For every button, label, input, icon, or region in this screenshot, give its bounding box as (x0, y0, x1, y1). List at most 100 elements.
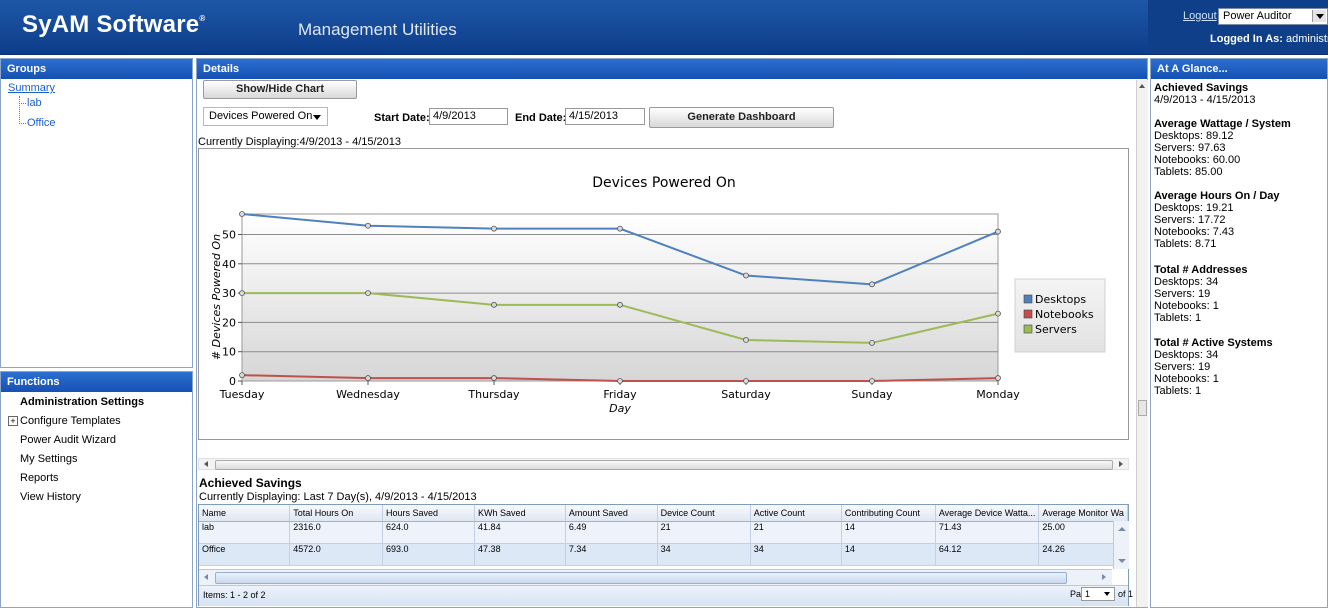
details-vertical-scrollbar[interactable] (1136, 80, 1148, 607)
glance-line: Desktops: 34 (1154, 349, 1219, 361)
table-cell: Office (199, 543, 291, 566)
glance-line: Desktops: 19.21 (1154, 202, 1234, 214)
glance-line: Notebooks: 1 (1154, 373, 1219, 385)
column-header[interactable]: Device Count (657, 505, 751, 522)
x-tick-label: Tuesday (219, 388, 265, 401)
scroll-left-icon[interactable] (204, 461, 208, 467)
table-cell: 71.43 (935, 521, 1040, 544)
metric-select[interactable]: Devices Powered On (203, 107, 328, 126)
scroll-left-icon[interactable] (204, 574, 208, 580)
x-tick-label: Friday (603, 388, 637, 401)
role-select[interactable]: Power Auditor (1218, 8, 1328, 25)
column-header[interactable]: Average Device Watta... (935, 505, 1040, 522)
glance-line: Tablets: 85.00 (1154, 166, 1223, 178)
data-point-servers[interactable] (743, 337, 749, 343)
column-header[interactable]: Average Monitor Wa (1038, 505, 1128, 522)
data-point-servers[interactable] (239, 290, 245, 297)
data-point-desktops[interactable] (365, 222, 371, 229)
data-point-notebooks[interactable] (239, 372, 245, 379)
table-cell: 624.0 (382, 521, 476, 544)
data-point-notebooks[interactable] (995, 375, 1001, 381)
scroll-thumb[interactable] (215, 460, 1113, 470)
y-tick-label: 30 (222, 287, 236, 300)
scroll-up-icon[interactable] (1139, 84, 1145, 88)
glance-line: Notebooks: 60.00 (1154, 154, 1241, 166)
scroll-thumb[interactable] (215, 572, 1067, 584)
glance-line: Tablets: 1 (1154, 312, 1202, 324)
metric-select-value: Devices Powered On (209, 110, 313, 122)
page-select-value: 1 (1085, 589, 1091, 599)
data-point-servers[interactable] (869, 340, 875, 346)
column-header[interactable]: KWh Saved (474, 505, 566, 522)
data-point-desktops[interactable] (743, 272, 749, 279)
chart-horizontal-scrollbar[interactable] (198, 458, 1129, 470)
scroll-right-icon[interactable] (1119, 461, 1123, 467)
glance-line: Desktops: 34 (1154, 276, 1219, 288)
start-date-label: Start Date: (374, 112, 430, 124)
tree-item-lab[interactable]: lab (27, 97, 42, 109)
data-point-notebooks[interactable] (617, 378, 623, 384)
function-view-history[interactable]: View History (20, 491, 81, 503)
data-point-servers[interactable] (365, 290, 371, 297)
data-point-servers[interactable] (617, 301, 623, 308)
function-power-audit-wizard[interactable]: Power Audit Wizard (20, 434, 116, 446)
tree-item-office[interactable]: Office (27, 117, 56, 129)
data-point-desktops[interactable] (995, 228, 1001, 235)
column-header[interactable]: Contributing Count (841, 505, 936, 522)
tree-connector (19, 103, 26, 104)
function-administration-settings[interactable]: Administration Settings (20, 396, 144, 408)
column-header[interactable]: Name (199, 505, 291, 522)
end-date-label: End Date: (515, 112, 567, 124)
chevron-down-icon (1104, 592, 1110, 596)
scroll-down-icon[interactable] (1118, 559, 1126, 563)
page-select[interactable]: 1 (1081, 587, 1115, 601)
table-row[interactable]: lab 2316.0 624.0 41.84 6.49 21 21 14 71.… (199, 521, 1128, 544)
column-header[interactable]: Total Hours On (289, 505, 383, 522)
logout-link[interactable]: Logout (1183, 10, 1217, 22)
data-point-servers[interactable] (995, 310, 1001, 317)
grid-horizontal-scrollbar[interactable] (199, 569, 1112, 585)
glance-line: Servers: 19 (1154, 288, 1211, 300)
column-header[interactable]: Amount Saved (565, 505, 658, 522)
achieved-savings-title: Achieved Savings (199, 476, 302, 490)
grid-footer (199, 585, 1128, 606)
glance-line: Desktops: 89.12 (1154, 130, 1234, 142)
table-cell: 14 (841, 521, 936, 544)
glance-heading-average-wattage: Average Wattage / System (1154, 118, 1291, 130)
legend-swatch (1023, 324, 1033, 334)
data-point-desktops[interactable] (491, 225, 497, 232)
data-point-notebooks[interactable] (491, 375, 497, 381)
function-my-settings[interactable]: My Settings (20, 453, 77, 465)
glance-heading-total-addresses: Total # Addresses (1154, 264, 1248, 276)
data-point-desktops[interactable] (239, 211, 245, 217)
expand-icon[interactable]: + (8, 416, 18, 426)
start-date-input[interactable]: 4/9/2013 (429, 108, 508, 125)
role-select-value: Power Auditor (1223, 10, 1292, 22)
end-date-input[interactable]: 4/15/2013 (565, 108, 645, 125)
tree-item-summary[interactable]: Summary (8, 82, 55, 94)
scroll-up-icon[interactable] (1118, 527, 1126, 531)
function-configure-templates[interactable]: Configure Templates (20, 415, 121, 427)
data-point-servers[interactable] (491, 301, 497, 308)
app-title: Management Utilities (298, 20, 457, 39)
glance-line: Tablets: 8.71 (1154, 238, 1217, 250)
data-point-notebooks[interactable] (869, 378, 875, 384)
table-row[interactable]: Office 4572.0 693.0 47.38 7.34 34 34 14 … (199, 543, 1128, 566)
chart-container: Devices Powered On 0 10 20 30 40 50 Tuesday We… (198, 148, 1129, 440)
x-tick-label: Saturday (721, 388, 771, 401)
scroll-right-icon[interactable] (1102, 574, 1106, 580)
function-reports[interactable]: Reports (20, 472, 59, 484)
show-hide-chart-button[interactable]: Show/Hide Chart (203, 80, 357, 99)
data-point-notebooks[interactable] (365, 375, 371, 381)
data-point-desktops[interactable] (869, 281, 875, 288)
column-header[interactable]: Hours Saved (382, 505, 476, 522)
generate-dashboard-button[interactable]: Generate Dashboard (649, 107, 834, 128)
scroll-thumb[interactable] (1138, 400, 1147, 416)
glance-line: 4/9/2013 - 4/15/2013 (1154, 94, 1256, 106)
legend-label: Servers (1035, 323, 1077, 336)
data-point-desktops[interactable] (617, 225, 623, 232)
data-point-notebooks[interactable] (743, 378, 749, 384)
column-header[interactable]: Active Count (750, 505, 842, 522)
x-tick-label: Thursday (467, 388, 520, 401)
grid-vertical-scrollbar[interactable] (1113, 521, 1129, 569)
